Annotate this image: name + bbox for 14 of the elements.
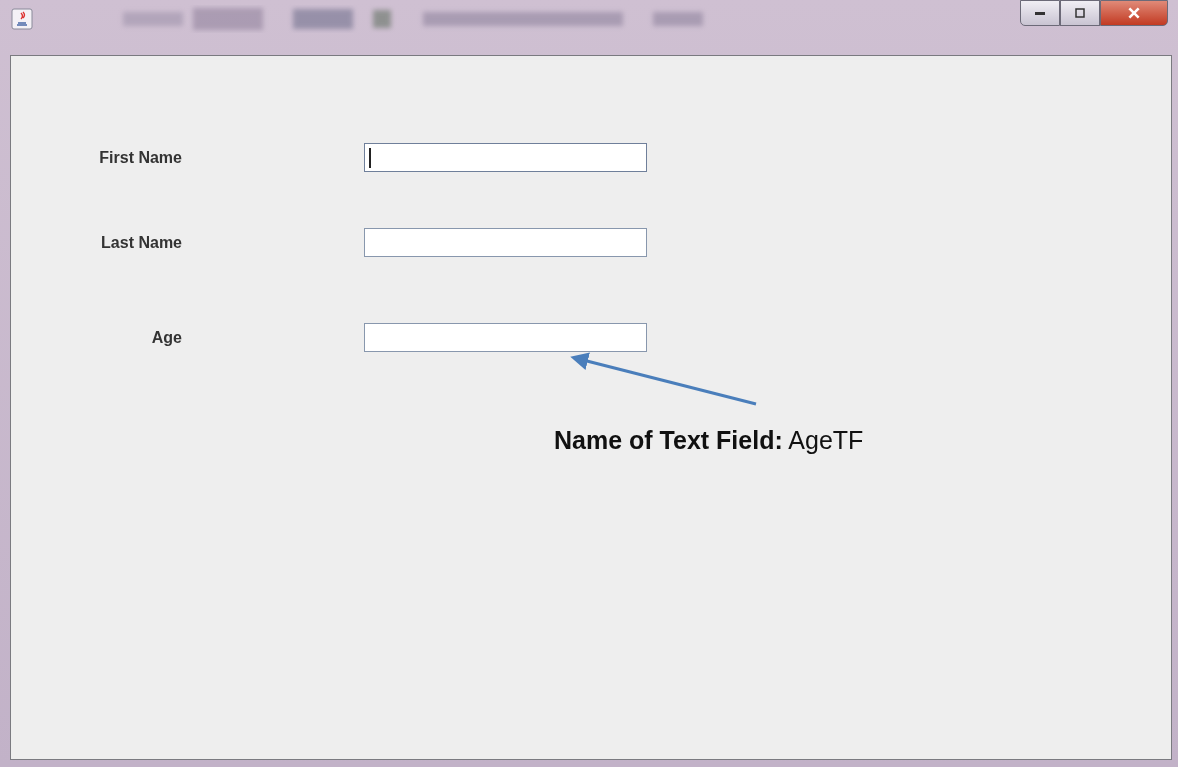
close-button[interactable]	[1100, 0, 1168, 26]
text-field[interactable]	[364, 143, 647, 172]
close-icon	[1127, 6, 1141, 20]
annotation-text: Name of Text Field: AgeTF	[554, 426, 864, 455]
java-app-icon	[11, 8, 33, 30]
maximize-icon	[1074, 7, 1086, 19]
minimize-button[interactable]	[1020, 0, 1060, 26]
minimize-icon	[1035, 11, 1045, 15]
maximize-button[interactable]	[1060, 0, 1100, 26]
text-field[interactable]	[364, 323, 647, 352]
text-field[interactable]	[364, 228, 647, 257]
field-label: Last Name	[100, 233, 182, 252]
field-label: Age	[150, 328, 182, 347]
field-label: First Name	[98, 148, 182, 167]
